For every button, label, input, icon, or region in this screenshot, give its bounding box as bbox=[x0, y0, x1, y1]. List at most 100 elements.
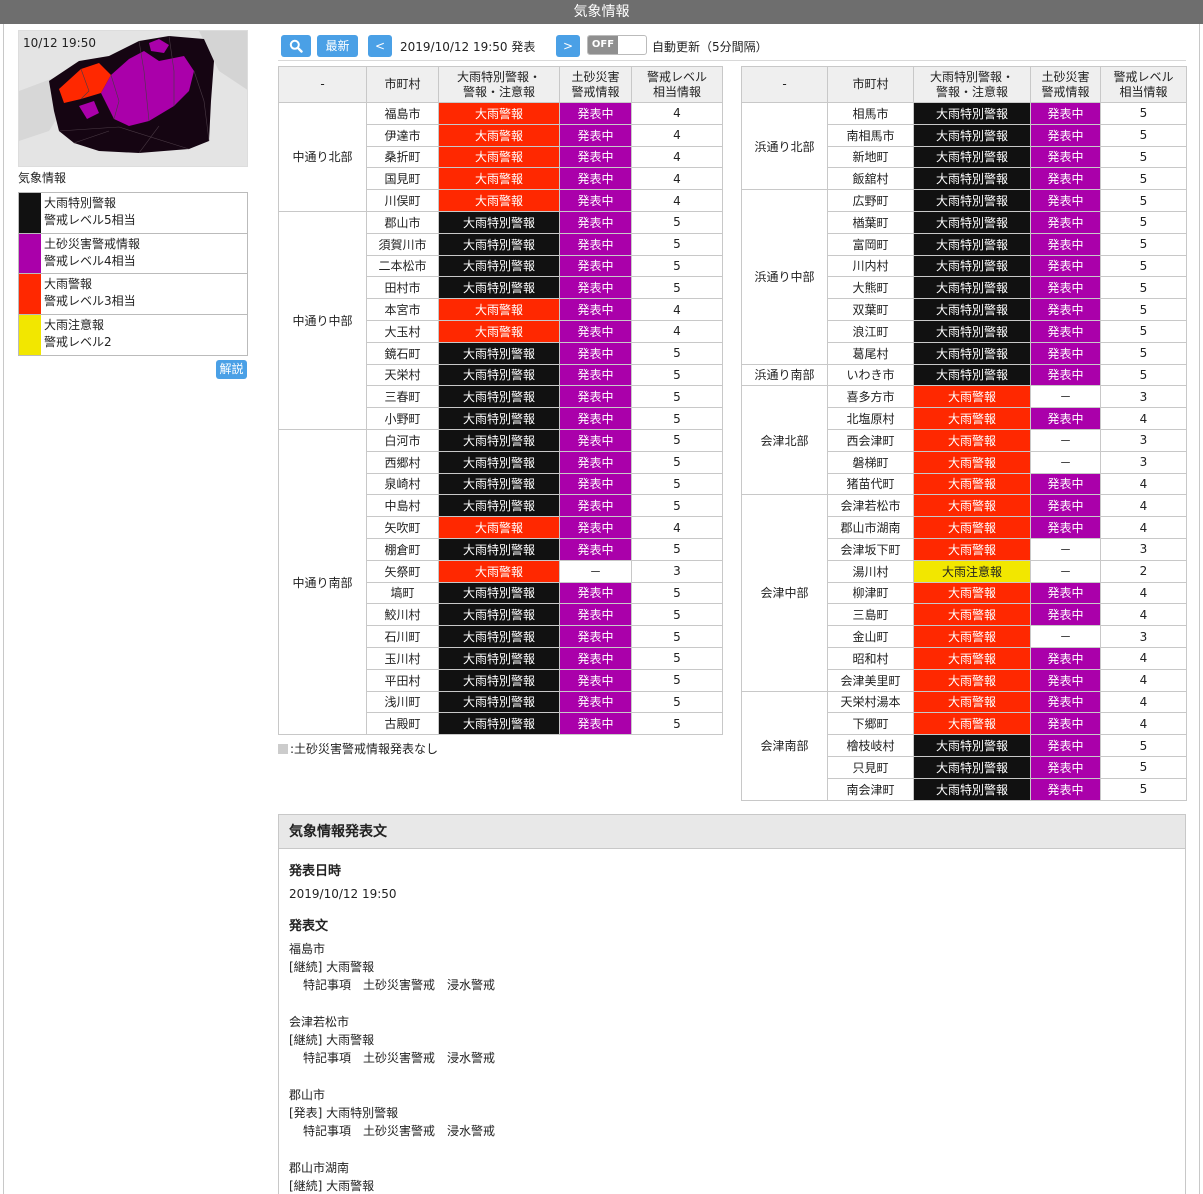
landslide-cell: 発表中 bbox=[1030, 145, 1101, 169]
level-cell: 5 bbox=[1100, 777, 1187, 801]
auto-update-toggle[interactable]: OFF bbox=[587, 35, 647, 55]
landslide-cell: 発表中 bbox=[1030, 298, 1101, 321]
landslide-cell: 発表中 bbox=[1030, 102, 1101, 125]
level-cell: 5 bbox=[1100, 755, 1187, 779]
header-line: 警戒情報 bbox=[571, 84, 620, 99]
level-cell: 5 bbox=[1100, 210, 1187, 234]
legend-text: 大雨警報 bbox=[44, 277, 93, 291]
header-line: 大雨特別警報・ bbox=[456, 69, 541, 84]
bulletin-body: 発表日時 2019/10/12 19:50 発表文 福島市 [継続] 大雨警報 … bbox=[279, 849, 1185, 1194]
city-cell: 小野町 bbox=[366, 407, 439, 430]
level-cell: 5 bbox=[1100, 734, 1187, 757]
header-line: 相当情報 bbox=[1119, 84, 1168, 99]
landslide-cell: 発表中 bbox=[1030, 712, 1101, 736]
warning-map[interactable]: 10/12 19:50 bbox=[18, 30, 248, 167]
level-cell: 5 bbox=[631, 603, 723, 627]
header-line: 警報・注意報 bbox=[935, 84, 1008, 99]
landslide-cell: 発表中 bbox=[1030, 734, 1101, 757]
landslide-cell: 発表中 bbox=[559, 690, 632, 714]
column-header-warning: 大雨特別警報・ 警報・注意報 bbox=[913, 66, 1031, 103]
region-cell: 中通り南部 bbox=[278, 428, 367, 736]
landslide-cell: 発表中 bbox=[559, 537, 632, 561]
city-cell: 新地町 bbox=[827, 145, 914, 169]
landslide-cell: 発表中 bbox=[1030, 494, 1101, 518]
bulletin-entry: 福島市 [継続] 大雨警報 特記事項 土砂災害警戒 浸水警戒 bbox=[289, 940, 1175, 995]
region-cell: 浜通り中部 bbox=[741, 189, 828, 365]
city-cell: 双葉町 bbox=[827, 298, 914, 321]
warning-cell: 大雨特別警報 bbox=[438, 276, 560, 300]
landslide-cell: 発表中 bbox=[559, 189, 632, 212]
city-cell: 金山町 bbox=[827, 625, 914, 648]
warning-cell: 大雨特別警報 bbox=[438, 712, 560, 736]
landslide-cell: 発表中 bbox=[1030, 407, 1101, 430]
warning-cell: 大雨特別警報 bbox=[438, 210, 560, 234]
header-line: 警報・注意報 bbox=[462, 84, 535, 99]
landslide-cell: 発表中 bbox=[1030, 516, 1101, 539]
latest-button[interactable]: 最新 bbox=[317, 35, 358, 57]
level-cell: 5 bbox=[1100, 319, 1187, 343]
level-cell: 4 bbox=[1100, 646, 1187, 670]
landslide-cell: 発表中 bbox=[559, 581, 632, 605]
warning-cell: 大雨特別警報 bbox=[438, 254, 560, 278]
warning-cell: 大雨警報 bbox=[438, 298, 560, 321]
warning-cell: 大雨警報 bbox=[438, 167, 560, 191]
warning-cell: 大雨警報 bbox=[913, 494, 1031, 518]
city-cell: 広野町 bbox=[827, 189, 914, 212]
level-cell: 5 bbox=[631, 712, 723, 736]
city-cell: 西会津町 bbox=[827, 428, 914, 452]
level-cell: 3 bbox=[631, 559, 723, 583]
header-line: 相当情報 bbox=[652, 84, 701, 99]
city-cell: 三春町 bbox=[366, 385, 439, 409]
warning-cell: 大雨警報 bbox=[913, 712, 1031, 736]
city-cell: 平田村 bbox=[366, 668, 439, 692]
landslide-cell: － bbox=[559, 559, 632, 583]
city-cell: 泉崎村 bbox=[366, 472, 439, 496]
header-line: 警戒レベル bbox=[1113, 69, 1174, 84]
region-cell: 会津中部 bbox=[741, 494, 828, 692]
warning-cell: 大雨警報 bbox=[913, 428, 1031, 452]
bulletin-city: 郡山市 bbox=[289, 1087, 326, 1102]
landslide-cell: 発表中 bbox=[559, 276, 632, 300]
column-header-level: 警戒レベル 相当情報 bbox=[631, 66, 723, 103]
warning-cell: 大雨警報 bbox=[913, 690, 1031, 714]
landslide-cell: 発表中 bbox=[559, 428, 632, 452]
warning-cell: 大雨警報 bbox=[438, 189, 560, 212]
legend-swatch bbox=[19, 314, 41, 355]
landslide-cell: 発表中 bbox=[559, 210, 632, 234]
prev-button[interactable]: < bbox=[368, 35, 392, 57]
city-cell: 二本松市 bbox=[366, 254, 439, 278]
header-line: 土砂災害 bbox=[571, 69, 620, 84]
level-cell: 4 bbox=[631, 102, 723, 125]
warning-cell: 大雨警報 bbox=[438, 123, 560, 147]
level-cell: 5 bbox=[1100, 102, 1187, 125]
landslide-cell: － bbox=[1030, 537, 1101, 561]
landslide-cell: － bbox=[1030, 625, 1101, 648]
landslide-cell: 発表中 bbox=[559, 232, 632, 256]
city-cell: 猪苗代町 bbox=[827, 472, 914, 496]
landslide-cell: 発表中 bbox=[1030, 341, 1101, 365]
search-button[interactable] bbox=[281, 35, 311, 57]
landslide-cell: 発表中 bbox=[559, 494, 632, 518]
landslide-cell: － bbox=[1030, 559, 1101, 583]
column-header-warning: 大雨特別警報・ 警報・注意報 bbox=[438, 66, 560, 103]
city-cell: 浅川町 bbox=[366, 690, 439, 714]
warning-cell: 大雨特別警報 bbox=[913, 319, 1031, 343]
city-cell: 鮫川村 bbox=[366, 603, 439, 627]
level-cell: 5 bbox=[631, 254, 723, 278]
table-header-row: - 市町村 大雨特別警報・ 警報・注意報 土砂災害 警戒情報 警戒レベル 相当情報 bbox=[741, 66, 1187, 103]
landslide-cell: － bbox=[1030, 428, 1101, 452]
bulletin-detail: 特記事項 土砂災害警戒 浸水警戒 bbox=[303, 1051, 496, 1066]
next-button[interactable]: > bbox=[556, 35, 580, 57]
header-line: 警戒レベル bbox=[646, 69, 707, 84]
city-cell: 檜枝岐村 bbox=[827, 734, 914, 757]
landslide-cell: 発表中 bbox=[1030, 232, 1101, 256]
landslide-cell: 発表中 bbox=[1030, 603, 1101, 627]
city-cell: 白河市 bbox=[366, 428, 439, 452]
help-button[interactable]: 解説 bbox=[216, 360, 247, 379]
level-cell: 5 bbox=[1100, 232, 1187, 256]
level-cell: 4 bbox=[1100, 407, 1187, 430]
note-text: :土砂災害警戒情報発表なし bbox=[290, 742, 439, 756]
table-row: 中通り南部 白河市 大雨特別警報 発表中 5 bbox=[278, 428, 723, 736]
table-row: 中通り中部 郡山市 大雨特別警報 発表中 5 bbox=[278, 210, 723, 430]
level-cell: 4 bbox=[1100, 581, 1187, 605]
